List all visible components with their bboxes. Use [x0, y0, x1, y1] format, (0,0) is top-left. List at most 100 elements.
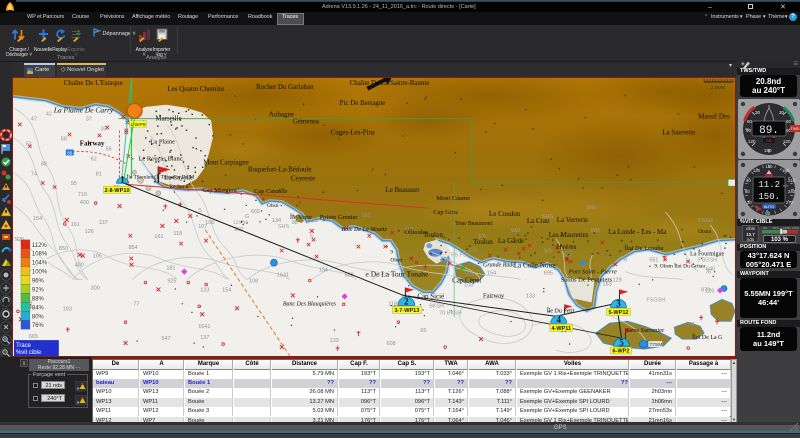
svg-text:134: 134 [319, 267, 328, 273]
svg-text:AUTO: AUTO [764, 205, 775, 209]
svg-text:608: 608 [386, 341, 395, 347]
svg-text:FSSH: FSSH [698, 217, 713, 223]
svg-text:Ceyreste: Ceyreste [291, 174, 315, 182]
svg-text:33: 33 [101, 126, 107, 132]
svg-text:90: 90 [746, 128, 752, 133]
svg-text:Re Jau S: Re Jau S [169, 184, 188, 190]
svg-text:WD: WD [511, 227, 520, 233]
svg-text:4: 4 [556, 314, 561, 324]
svg-text:Obsn: Obsn [267, 203, 279, 209]
svg-text:154: 154 [33, 215, 42, 221]
svg-text:Cap Canaille: Cap Canaille [254, 188, 288, 195]
svg-text:La Plaine De Carry: La Plaine De Carry [53, 105, 114, 114]
svg-text:58: 58 [61, 136, 67, 142]
svg-text:6-WP2: 6-WP2 [612, 348, 629, 354]
svg-text:MC: MC [765, 212, 771, 216]
svg-text:Le Beausset: Le Beausset [385, 186, 419, 194]
svg-text:92%: 92% [32, 287, 45, 293]
svg-text:4-WP11: 4-WP11 [551, 325, 571, 331]
svg-text:133: 133 [526, 293, 535, 299]
svg-text:Le Coudon: Le Coudon [489, 210, 521, 218]
svg-text:2-8-WP10: 2-8-WP10 [105, 187, 130, 193]
svg-text:S: S [310, 233, 314, 239]
svg-text:30: 30 [779, 110, 785, 115]
svg-text:129 M: 129 M [233, 219, 248, 225]
svg-text:Marseille: Marseille [155, 114, 181, 122]
svg-text:400: 400 [75, 262, 84, 268]
svg-text:SHG: SHG [542, 213, 554, 219]
svg-text:80%: 80% [32, 314, 45, 320]
svg-text:58: 58 [688, 322, 694, 328]
svg-text:SG: SG [544, 248, 552, 254]
svg-text:Ollioules: Ollioules [404, 228, 428, 235]
svg-text:2: 2 [404, 296, 409, 306]
svg-text:129: 129 [613, 277, 622, 283]
svg-text:R: R [623, 257, 627, 263]
svg-text:95: 95 [71, 181, 77, 187]
svg-text:TWD: TWD [791, 127, 800, 131]
svg-text:La Garde: La Garde [498, 236, 524, 244]
svg-text:108%: 108% [32, 251, 48, 257]
svg-text:55: 55 [106, 146, 112, 152]
svg-text:Roquefort-La-Bédoule: Roquefort-La-Bédoule [248, 165, 311, 173]
svg-text:Les Maurettes: Les Maurettes [549, 230, 589, 238]
svg-text:FSGSH: FSGSH [698, 257, 717, 263]
svg-text:Obstr: Obstr [390, 257, 402, 263]
svg-text:240: 240 [766, 138, 773, 143]
svg-text:Port Saint - Pierre: Port Saint - Pierre [568, 268, 617, 275]
svg-text:S: S [198, 208, 202, 214]
svg-text:84%: 84% [32, 305, 45, 311]
svg-text:710: 710 [78, 192, 87, 198]
svg-text:108: 108 [249, 278, 258, 284]
svg-text:30: 30 [755, 110, 761, 115]
svg-text:Cuges-Les-Pins: Cuges-Les-Pins [331, 128, 375, 136]
svg-text:183: 183 [63, 306, 72, 312]
svg-text:La Verrerie: La Verrerie [557, 215, 588, 223]
svg-text:77: 77 [133, 301, 139, 307]
svg-text:Gémenos: Gémenos [293, 117, 320, 125]
svg-text:70 BKSH: 70 BKSH [439, 310, 462, 316]
svg-text:120: 120 [748, 139, 756, 144]
svg-text:88%: 88% [32, 296, 45, 302]
svg-text:180: 180 [764, 148, 772, 153]
svg-text:210: 210 [788, 178, 796, 183]
svg-text:112%: 112% [32, 242, 48, 248]
svg-text:850: 850 [59, 245, 68, 251]
svg-text:Hyères: Hyères [557, 242, 577, 250]
svg-text:Île Du Petit: Île Du Petit [547, 306, 575, 314]
svg-text:Obstn: Obstn [698, 228, 711, 234]
svg-text:181: 181 [166, 265, 175, 271]
svg-text:161: 161 [154, 233, 163, 239]
svg-text:106: 106 [93, 253, 102, 259]
svg-text:3-7-WP13: 3-7-WP13 [394, 307, 419, 313]
svg-text:FS FS: FS FS [451, 252, 467, 258]
svg-text:FSGSH: FSGSH [646, 297, 665, 303]
svg-text:95: 95 [420, 328, 426, 334]
svg-text:e De La Tour Tonahe: e De La Tour Tonahe [366, 269, 429, 278]
svg-text:76%: 76% [32, 323, 45, 329]
svg-text:Mont Carpiagne: Mont Carpiagne [203, 158, 248, 166]
svg-text:60: 60 [745, 189, 750, 194]
svg-text:Fairway: Fairway [483, 292, 505, 299]
svg-text:nd: nd [783, 183, 787, 188]
svg-text:5-WP12: 5-WP12 [608, 309, 628, 315]
svg-text:Fairway: Fairway [80, 139, 105, 147]
svg-text:62: 62 [91, 156, 97, 162]
svg-text:47: 47 [31, 116, 37, 122]
svg-text:3: 3 [616, 298, 621, 308]
svg-text:80: 80 [67, 150, 72, 155]
svg-text:1641: 1641 [277, 272, 289, 278]
svg-text:Île Tiboulen (Î. Tiboulen De M: Île Tiboulen (Î. Tiboulen De M [127, 172, 195, 180]
svg-text:100%: 100% [783, 226, 791, 230]
svg-text:Baie De La Moutte: Baie De La Moutte [342, 226, 388, 232]
svg-text:547: 547 [161, 336, 170, 342]
svg-text:Aubagne: Aubagne [269, 110, 294, 118]
svg-text:Îlot De La G: Îlot De La G [692, 333, 723, 341]
svg-text:77SM: 77SM [649, 342, 662, 348]
svg-text:300: 300 [91, 285, 100, 291]
svg-text:137: 137 [200, 335, 209, 341]
svg-text:126: 126 [705, 288, 714, 294]
svg-text:Île Verte: Île Verte [290, 212, 312, 220]
svg-text:WG: WG [587, 205, 596, 211]
svg-text:Chaîne De La Sainte-Baume: Chaîne De La Sainte-Baume [350, 78, 430, 86]
